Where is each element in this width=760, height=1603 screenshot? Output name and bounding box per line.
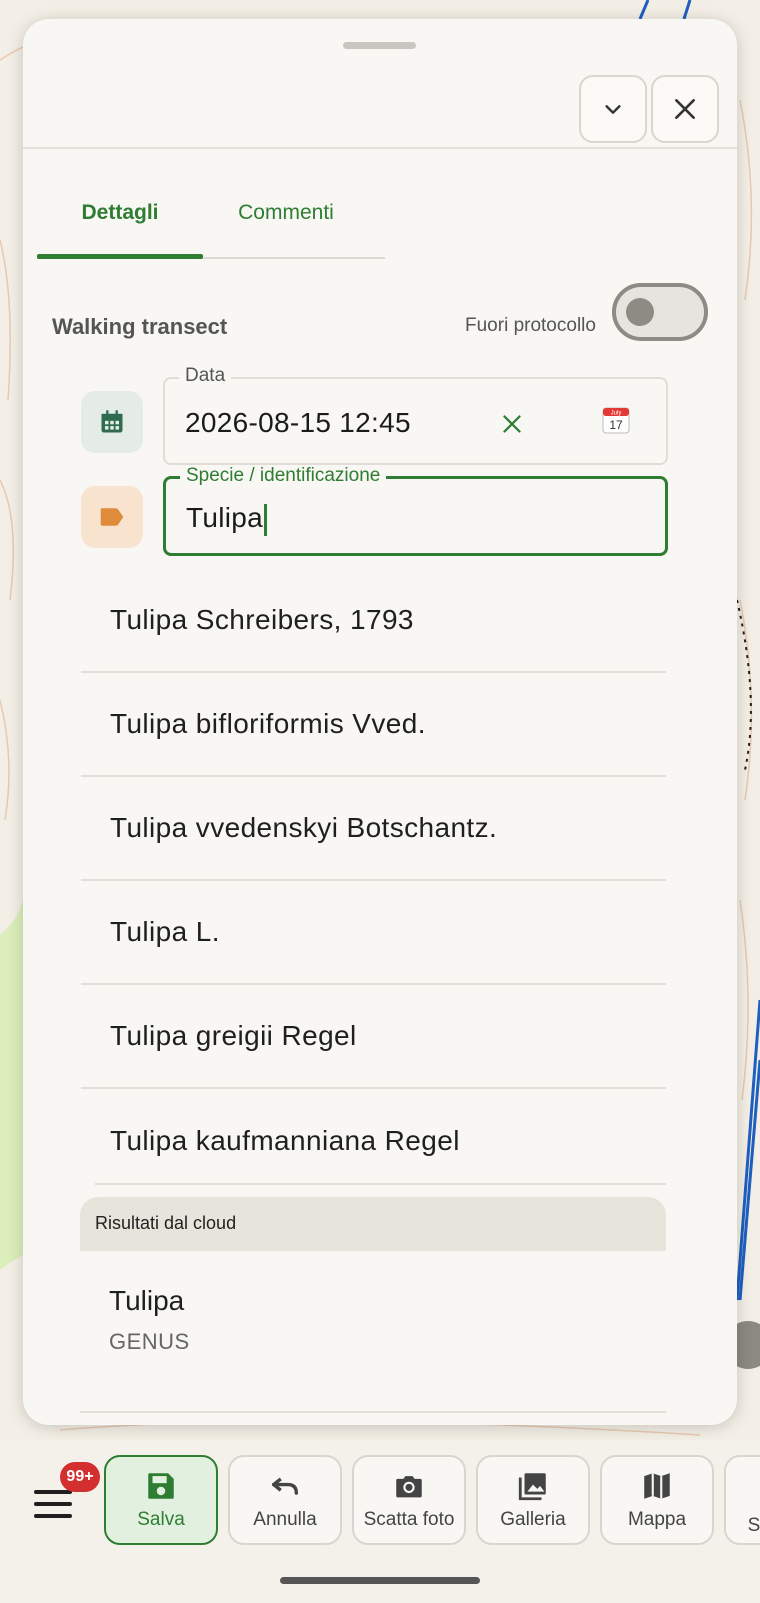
tab-dettagli[interactable]: Dettagli bbox=[37, 169, 203, 257]
species-input-text: Tulipa bbox=[186, 502, 264, 533]
save-icon bbox=[148, 1473, 174, 1499]
collapse-button[interactable] bbox=[579, 75, 647, 143]
suggestion-item[interactable]: Tulipa bifloriformis Vved. bbox=[81, 673, 666, 777]
suggestion-item[interactable]: Tulipa vvedenskyi Botschantz. bbox=[81, 777, 666, 881]
species-label: Specie / identificazione bbox=[180, 465, 387, 487]
menu-icon-line bbox=[34, 1502, 72, 1506]
save-button[interactable]: Salva bbox=[104, 1455, 218, 1545]
camera-icon bbox=[396, 1476, 422, 1498]
suggestion-item[interactable]: Tulipa L. bbox=[81, 881, 666, 985]
menu-button[interactable] bbox=[30, 1484, 74, 1528]
fuori-protocollo-toggle[interactable] bbox=[612, 283, 708, 341]
date-value[interactable]: 2026-08-15 12:45 bbox=[185, 407, 411, 439]
suggestion-item[interactable]: Tulipa Schreibers, 1793 bbox=[81, 569, 666, 673]
notification-badge: 99+ bbox=[60, 1462, 100, 1492]
bottom-sheet: Dettagli Commenti Walking transect Fuori… bbox=[23, 19, 737, 1425]
gallery-icon bbox=[518, 1473, 546, 1501]
header-divider bbox=[23, 147, 737, 149]
close-icon bbox=[675, 99, 695, 119]
map-button[interactable]: Mappa bbox=[600, 1455, 714, 1545]
suggestion-item[interactable]: Tulipa kaufmanniana Regel bbox=[81, 1089, 666, 1193]
save-label: Salva bbox=[137, 1509, 185, 1530]
chevron-down-icon bbox=[605, 105, 621, 114]
tab-commenti[interactable]: Commenti bbox=[203, 169, 369, 257]
calendar-glyph-month: July bbox=[611, 411, 622, 417]
toggle-knob bbox=[626, 298, 654, 326]
calendar-glyph-day: 17 bbox=[609, 418, 623, 432]
active-tab-indicator bbox=[37, 254, 203, 259]
close-button[interactable] bbox=[651, 75, 719, 143]
menu-icon-line bbox=[34, 1514, 72, 1518]
suggestion-item[interactable]: Tulipa greigii Regel bbox=[81, 985, 666, 1089]
map-icon bbox=[644, 1473, 670, 1499]
list-divider bbox=[95, 1183, 666, 1185]
tab-bar: Dettagli Commenti bbox=[37, 169, 385, 259]
date-label: Data bbox=[179, 365, 232, 387]
gallery-button[interactable]: Galleria bbox=[476, 1455, 590, 1545]
gallery-label: Galleria bbox=[500, 1509, 566, 1530]
undo-icon bbox=[271, 1477, 299, 1495]
cloud-results-header: Risultati dal cloud bbox=[80, 1197, 666, 1251]
date-field[interactable]: Data 2026-08-15 12:45 July 17 bbox=[163, 365, 668, 465]
take-photo-label: Scatta foto bbox=[363, 1509, 455, 1530]
undo-label: Annulla bbox=[253, 1509, 317, 1530]
bottom-action-bar: 99+ Salva Annulla Scatta foto Galleria M… bbox=[0, 1440, 760, 1603]
cloud-result-name[interactable]: Tulipa bbox=[109, 1285, 184, 1317]
toggle-label: Fuori protocollo bbox=[465, 315, 596, 336]
suggestion-list: Tulipa Schreibers, 1793 Tulipa biflorifo… bbox=[81, 569, 666, 1193]
more-action-label: S bbox=[747, 1515, 760, 1536]
list-divider bbox=[80, 1411, 666, 1413]
clear-date-icon[interactable] bbox=[497, 409, 527, 439]
drag-handle[interactable] bbox=[343, 42, 416, 49]
section-title: Walking transect bbox=[52, 314, 228, 339]
menu-icon bbox=[34, 1490, 72, 1494]
tag-icon bbox=[81, 486, 143, 548]
cloud-result-rank: GENUS bbox=[109, 1329, 190, 1354]
calendar-icon bbox=[81, 391, 143, 453]
species-field[interactable]: Specie / identificazione Tulipa bbox=[163, 465, 668, 556]
undo-button[interactable]: Annulla bbox=[228, 1455, 342, 1545]
more-action-button[interactable]: S bbox=[724, 1455, 760, 1545]
calendar-picker-icon[interactable]: July 17 bbox=[601, 405, 631, 435]
home-indicator[interactable] bbox=[280, 1577, 480, 1584]
map-label: Mappa bbox=[627, 1509, 687, 1530]
species-input[interactable]: Tulipa bbox=[186, 502, 268, 536]
take-photo-button[interactable]: Scatta foto bbox=[352, 1455, 466, 1545]
text-caret bbox=[264, 503, 268, 536]
